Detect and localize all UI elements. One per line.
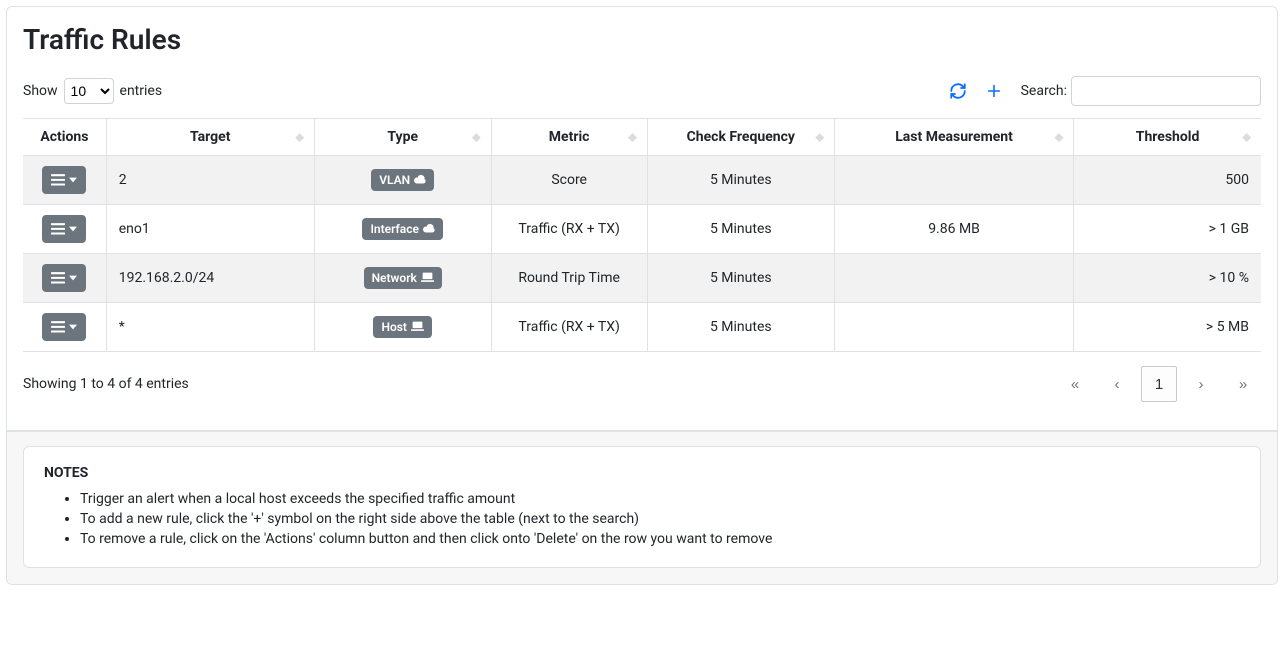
cell-target: 192.168.2.0/24 xyxy=(119,270,215,286)
table-row: 192.168.2.0/24 Network Round Trip Time 5 Mi… xyxy=(23,254,1261,303)
caret-down-icon xyxy=(69,177,77,183)
cell-metric: Traffic (RX + TX) xyxy=(518,319,620,335)
badge-label: Network xyxy=(372,269,417,287)
menu-icon xyxy=(51,272,65,284)
col-target[interactable]: Target xyxy=(106,119,314,156)
cell-last-measurement: 9.86 MB xyxy=(928,221,980,237)
rules-table: Actions Target Type Metric Check Frequen… xyxy=(23,118,1261,352)
cell-threshold: > 1 GB xyxy=(1209,221,1249,237)
col-actions: Actions xyxy=(23,119,106,156)
page-current[interactable]: 1 xyxy=(1141,366,1177,402)
cell-frequency: 5 Minutes xyxy=(710,319,772,335)
notes-item: Trigger an alert when a local host excee… xyxy=(80,489,1240,509)
menu-icon xyxy=(51,321,65,333)
cell-frequency: 5 Minutes xyxy=(710,221,772,237)
badge-label: VLAN xyxy=(379,171,410,189)
col-type[interactable]: Type xyxy=(314,119,491,156)
refresh-icon[interactable] xyxy=(949,82,967,100)
caret-down-icon xyxy=(69,324,77,330)
table-row: 2 VLAN Score 5 Minutes 500 xyxy=(23,156,1261,205)
col-metric[interactable]: Metric xyxy=(491,119,647,156)
pagination: « ‹ 1 › » xyxy=(1057,366,1261,402)
actions-button[interactable] xyxy=(42,264,86,292)
cell-target: * xyxy=(119,319,125,335)
col-threshold[interactable]: Threshold xyxy=(1074,119,1261,156)
right-controls: Search: xyxy=(949,76,1261,106)
search-input[interactable] xyxy=(1071,76,1261,106)
notes-item: To remove a rule, click on the 'Actions'… xyxy=(80,529,1240,549)
cloud-icon xyxy=(414,171,426,189)
actions-button[interactable] xyxy=(42,313,86,341)
cloud-icon xyxy=(423,220,435,238)
menu-icon xyxy=(51,223,65,235)
caret-down-icon xyxy=(69,226,77,232)
page-first[interactable]: « xyxy=(1057,366,1093,402)
add-rule-icon[interactable] xyxy=(985,82,1003,100)
show-entries: Show 10 25 50 100 entries xyxy=(23,78,162,104)
badge-label: Host xyxy=(381,318,407,336)
notes-section: NOTES Trigger an alert when a local host… xyxy=(7,430,1277,584)
cell-threshold: > 5 MB xyxy=(1206,319,1249,335)
laptop-icon xyxy=(411,318,424,336)
notes-title: NOTES xyxy=(44,465,1240,481)
laptop-icon xyxy=(421,269,434,287)
table-controls: Show 10 25 50 100 entries xyxy=(23,76,1261,106)
cell-threshold: > 10 % xyxy=(1209,270,1249,286)
cell-target: 2 xyxy=(119,172,127,188)
cell-metric: Round Trip Time xyxy=(518,270,620,286)
type-badge: VLAN xyxy=(371,169,434,191)
type-badge: Network xyxy=(364,267,442,289)
notes-list: Trigger an alert when a local host excee… xyxy=(44,489,1240,549)
table-header-row: Actions Target Type Metric Check Frequen… xyxy=(23,119,1261,156)
col-last-measurement[interactable]: Last Measurement xyxy=(834,119,1073,156)
col-frequency[interactable]: Check Frequency xyxy=(647,119,834,156)
search-label: Search: xyxy=(1021,83,1067,99)
cell-metric: Traffic (RX + TX) xyxy=(518,221,620,237)
entries-select[interactable]: 10 25 50 100 xyxy=(64,78,114,104)
page-last[interactable]: » xyxy=(1225,366,1261,402)
cell-frequency: 5 Minutes xyxy=(710,172,772,188)
page-prev[interactable]: ‹ xyxy=(1099,366,1135,402)
caret-down-icon xyxy=(69,275,77,281)
page-next[interactable]: › xyxy=(1183,366,1219,402)
search-wrap: Search: xyxy=(1021,76,1261,106)
notes-item: To add a new rule, click the '+' symbol … xyxy=(80,509,1240,529)
table-info: Showing 1 to 4 of 4 entries xyxy=(23,376,189,392)
page-title: Traffic Rules xyxy=(23,23,1261,56)
entries-label: entries xyxy=(120,83,163,99)
cell-metric: Score xyxy=(551,172,587,188)
show-label: Show xyxy=(23,83,58,99)
menu-icon xyxy=(51,174,65,186)
actions-button[interactable] xyxy=(42,215,86,243)
table-row: * Host Traffic (RX + TX) 5 Minutes > 5 MB xyxy=(23,303,1261,352)
badge-label: Interface xyxy=(370,220,419,238)
cell-frequency: 5 Minutes xyxy=(710,270,772,286)
type-badge: Interface xyxy=(362,218,443,240)
table-row: eno1 Interface Traffic (RX + TX) 5 Minutes 9… xyxy=(23,205,1261,254)
cell-target: eno1 xyxy=(119,221,150,237)
traffic-rules-card: Traffic Rules Show 10 25 50 100 entries xyxy=(6,6,1278,585)
table-footer: Showing 1 to 4 of 4 entries « ‹ 1 › » xyxy=(23,366,1261,402)
type-badge: Host xyxy=(373,316,432,338)
actions-button[interactable] xyxy=(42,166,86,194)
cell-threshold: 500 xyxy=(1225,172,1249,188)
